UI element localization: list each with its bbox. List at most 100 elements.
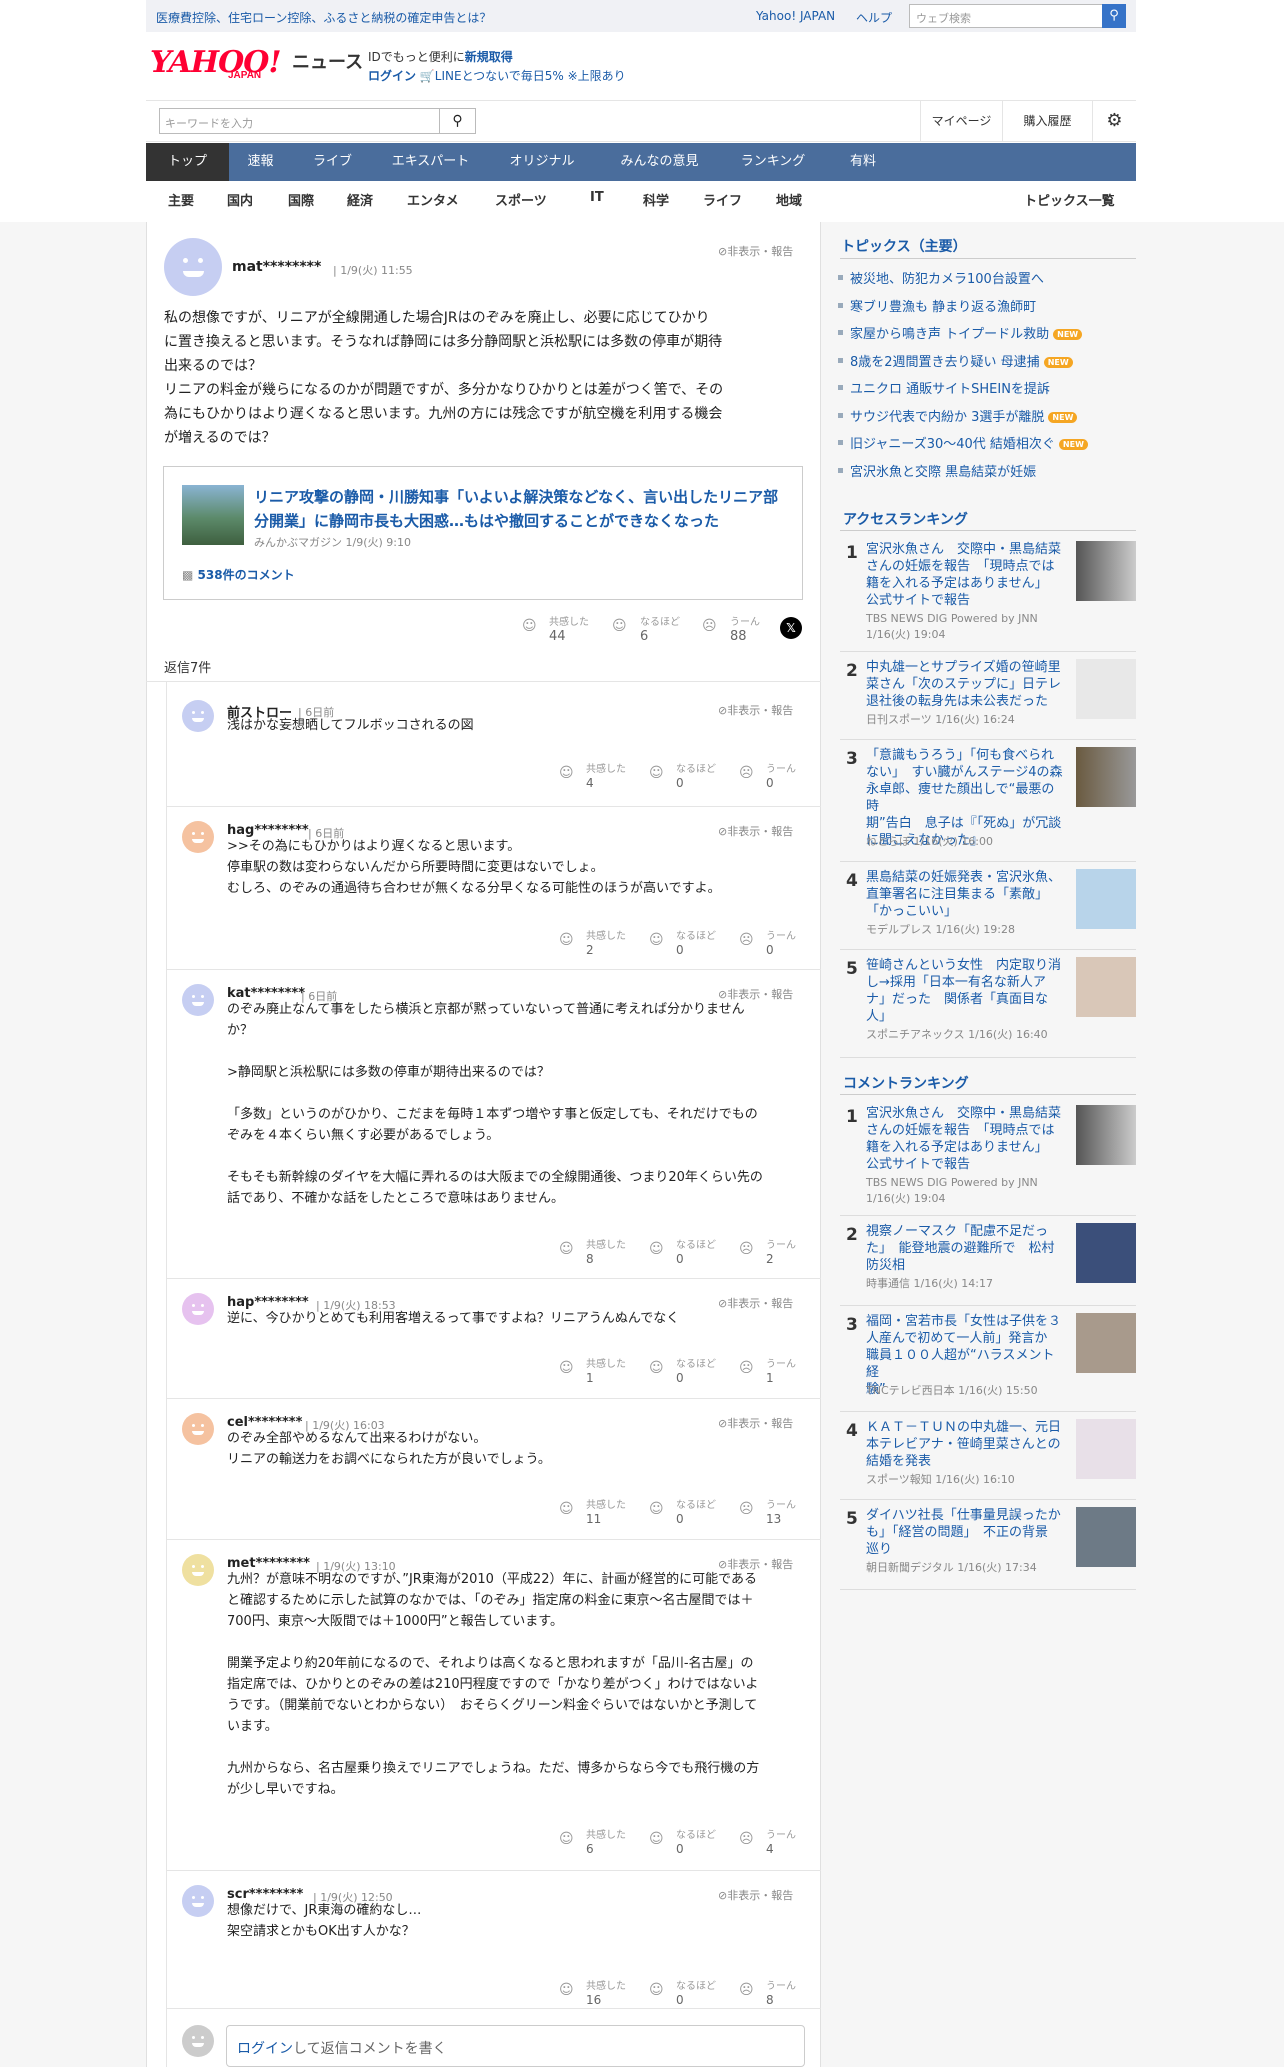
- agree-icon[interactable]: ☺: [559, 1360, 574, 1376]
- agree-icon[interactable]: ☺: [559, 1831, 574, 1847]
- ranking-link[interactable]: 中丸雄一とサプライズ婚の笹崎里 菜さん「次のステップに」日テレ 退社後の転身先は未公…: [866, 659, 1066, 710]
- naruhodo-icon[interactable]: ☺: [649, 1501, 664, 1517]
- ranking-thumbnail[interactable]: [1076, 541, 1136, 601]
- article-title[interactable]: リニア攻撃の静岡・川勝知事「いよいよ解決策などなく、言い出したリニア部 分開業」に…: [254, 485, 784, 533]
- article-comment-count[interactable]: ▩ 538件のコメント: [182, 566, 295, 583]
- settings-gear-icon[interactable]: ⚙: [1092, 100, 1136, 142]
- nav-expert[interactable]: エキスパート: [373, 143, 488, 181]
- tax-link[interactable]: 医療費控除、住宅ローン控除、ふるさと納税の確定申告とは？: [156, 9, 491, 26]
- naruhodo-icon[interactable]: ☺: [649, 932, 664, 948]
- uun-icon[interactable]: ☹: [739, 765, 754, 781]
- naruhodo-icon[interactable]: ☺: [649, 1831, 664, 1847]
- subnav-it[interactable]: IT: [590, 190, 604, 205]
- topic-link[interactable]: ユニクロ 通販サイトSHEINを提訴: [850, 378, 1050, 397]
- uun-icon[interactable]: ☹: [739, 932, 754, 948]
- uun-icon[interactable]: ☹: [739, 1982, 754, 1998]
- naruhodo-icon[interactable]: ☺: [649, 1360, 664, 1376]
- subnav-sports[interactable]: スポーツ: [495, 190, 547, 209]
- ranking-thumbnail[interactable]: [1076, 659, 1136, 719]
- avatar: [182, 1293, 214, 1325]
- keyword-search-button[interactable]: ⚲: [440, 108, 476, 134]
- ranking-source: TBS NEWS DIG Powered by JNN 1/16(火) 19:0…: [866, 612, 1038, 641]
- naruhodo-icon[interactable]: ☺: [612, 618, 627, 634]
- subnav-entertainment[interactable]: エンタメ: [407, 190, 459, 209]
- nav-paid[interactable]: 有料: [823, 143, 903, 181]
- uun-icon[interactable]: ☹: [739, 1241, 754, 1257]
- reply-input[interactable]: ログインして返信コメントを書く: [226, 2025, 805, 2067]
- subnav-life[interactable]: ライフ: [703, 190, 742, 209]
- reply-body: のぞみ廃止なんて事をしたら横浜と京都が黙っていないって普通に考えれば分かりません…: [227, 1002, 763, 1206]
- subnav-economy[interactable]: 経済: [347, 190, 373, 209]
- mypage-link[interactable]: マイページ: [920, 100, 1002, 142]
- naruhodo-icon[interactable]: ☺: [649, 1982, 664, 1998]
- ranking-thumbnail[interactable]: [1076, 1105, 1136, 1165]
- subnav-international[interactable]: 国際: [288, 190, 314, 209]
- ranking-link[interactable]: 宮沢氷魚さん 交際中・黒島結菜 さんの妊娠を報告 「現時点では 籍を入れる予定はあり…: [866, 541, 1066, 609]
- web-search-input[interactable]: ウェブ検索: [909, 4, 1104, 28]
- report-link[interactable]: ⊘非表示・報告: [718, 243, 793, 259]
- uun-icon[interactable]: ☹: [739, 1501, 754, 1517]
- help-link[interactable]: ヘルプ: [856, 9, 892, 26]
- ranking-link[interactable]: 視察ノーマスク「配慮不足だっ た」 能登地震の避難所で 松村 防災相: [866, 1223, 1066, 1274]
- ranking-link[interactable]: 宮沢氷魚さん 交際中・黒島結菜 さんの妊娠を報告 「現時点では 籍を入れる予定はあり…: [866, 1105, 1066, 1173]
- topic-link[interactable]: 宮沢氷魚と交際 黒島結菜が妊娠: [850, 461, 1036, 480]
- ranking-thumbnail[interactable]: [1076, 957, 1136, 1017]
- agree-icon[interactable]: ☺: [522, 618, 537, 634]
- topic-link[interactable]: 家屋から鳴き声 トイプードル救助 NEW: [850, 323, 1083, 342]
- keyword-input[interactable]: キーワードを入力: [159, 108, 440, 134]
- uun-label: うーん: [730, 617, 760, 628]
- topic-link[interactable]: 旧ジャニーズ30〜40代 結婚相次ぐ NEW: [850, 433, 1088, 452]
- naruhodo-icon[interactable]: ☺: [649, 765, 664, 781]
- naruhodo-count: 0: [676, 1842, 684, 1856]
- nav-opinion[interactable]: みんなの意見: [596, 143, 723, 181]
- purchase-history-link[interactable]: 購入履歴: [1002, 100, 1092, 142]
- topic-link[interactable]: 被災地、防犯カメラ100台設置へ: [850, 268, 1044, 287]
- ranking-thumbnail[interactable]: [1076, 1419, 1136, 1479]
- topic-link[interactable]: サウジ代表で内紛か 3選手が離脱 NEW: [850, 406, 1078, 425]
- ranking-thumbnail[interactable]: [1076, 869, 1136, 929]
- agree-icon[interactable]: ☺: [559, 765, 574, 781]
- x-share-icon[interactable]: 𝕏: [780, 617, 802, 639]
- topic-link[interactable]: 寒ブリ豊漁も 静まり返る漁師町: [850, 296, 1036, 315]
- subnav-region[interactable]: 地域: [776, 190, 802, 209]
- subnav-topics-all[interactable]: トピックス一覧: [1024, 190, 1115, 209]
- ranking-link[interactable]: 笹崎さんという女性 内定取り消 し→採用「日本一有名な新人ア ナ」だった 関係者「真…: [866, 957, 1066, 1025]
- uun-icon[interactable]: ☹: [739, 1360, 754, 1376]
- agree-icon[interactable]: ☺: [559, 1241, 574, 1257]
- nav-ranking[interactable]: ランキング: [723, 143, 823, 181]
- ranking-source: 朝日新聞デジタル 1/16(火) 17:34: [866, 1561, 1037, 1574]
- line-promo-link[interactable]: LINEとつないで毎日5% ※上限あり: [435, 69, 626, 83]
- subnav-major[interactable]: 主要: [168, 190, 194, 209]
- agree-icon[interactable]: ☺: [559, 1501, 574, 1517]
- ranking-thumbnail[interactable]: [1076, 747, 1136, 807]
- ranking-thumbnail[interactable]: [1076, 1507, 1136, 1567]
- naruhodo-icon[interactable]: ☺: [649, 1241, 664, 1257]
- uun-icon[interactable]: ☹: [739, 1831, 754, 1847]
- nav-live[interactable]: ライブ: [292, 143, 373, 181]
- comment-author[interactable]: mat********: [232, 259, 321, 275]
- naruhodo-label: なるほど: [676, 1830, 716, 1841]
- news-title[interactable]: ニュース: [292, 48, 363, 74]
- article-card[interactable]: リニア攻撃の静岡・川勝知事「いよいよ解決策などなく、言い出したリニア部 分開業」に…: [163, 466, 803, 600]
- ranking-link[interactable]: 黒島結菜の妊娠発表・宮沢氷魚、 直筆署名に注目集まる「素敵」 「かっこいい」: [866, 869, 1066, 920]
- ranking-thumbnail[interactable]: [1076, 1223, 1136, 1283]
- subnav-science[interactable]: 科学: [643, 190, 669, 209]
- ranking-link[interactable]: ＫＡＴ－ＴＵＮの中丸雄一、元日 本テレビアナ・笹崎里菜さんとの 結婚を発表: [866, 1419, 1066, 1470]
- nav-original[interactable]: オリジナル: [488, 143, 596, 181]
- nav-top[interactable]: トップ: [146, 143, 229, 181]
- new-badge: NEW: [1048, 411, 1078, 423]
- agree-icon[interactable]: ☺: [559, 932, 574, 948]
- ranking-thumbnail[interactable]: [1076, 1313, 1136, 1373]
- topic-link[interactable]: 8歳を2週間置き去り疑い 母逮捕 NEW: [850, 351, 1073, 370]
- web-search-button[interactable]: ⚲: [1102, 4, 1126, 28]
- register-link[interactable]: 新規取得: [465, 50, 513, 64]
- nav-breaking[interactable]: 速報: [229, 143, 292, 181]
- uun-icon[interactable]: ☹: [702, 618, 717, 634]
- subnav-domestic[interactable]: 国内: [227, 190, 253, 209]
- login-link[interactable]: ログイン: [368, 69, 416, 83]
- agree-icon[interactable]: ☺: [559, 1982, 574, 1998]
- reply-body: 想像だけで、JR東海の確約なし… 架空請求とかもOK出す人かな？: [227, 1903, 422, 1939]
- rank-number: 1: [846, 1107, 858, 1127]
- ranking-link[interactable]: ダイハツ社長「仕事量見誤ったか も」「経営の問題」 不正の背景 巡り: [866, 1507, 1066, 1558]
- yahoo-japan-link[interactable]: Yahoo! JAPAN: [756, 9, 835, 23]
